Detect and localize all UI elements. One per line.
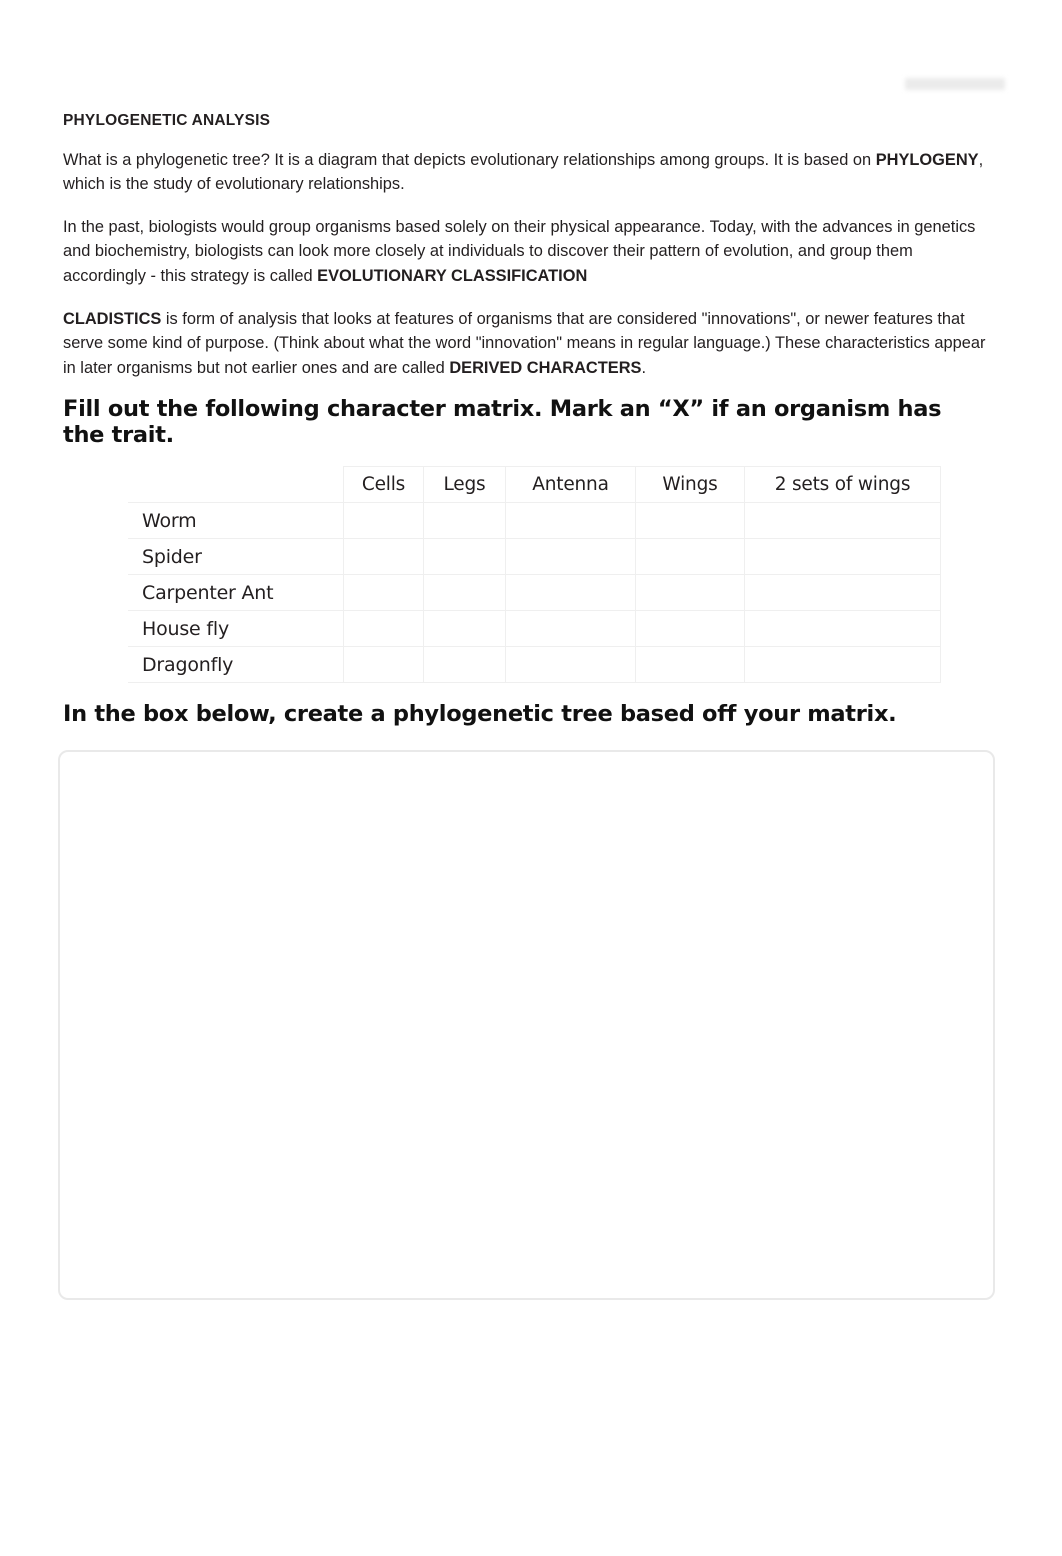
- emphasized-term: PHYLOGENY: [875, 150, 979, 169]
- matrix-cell-carpenter-ant-wings[interactable]: [635, 574, 745, 611]
- matrix-corner-cell: [128, 466, 344, 503]
- matrix-cell-spider-cells[interactable]: [343, 538, 424, 575]
- matrix-cell-worm-2-sets-of-wings[interactable]: [744, 502, 941, 539]
- matrix-cell-spider-antenna[interactable]: [505, 538, 636, 575]
- phylogenetic-tree-answer-box[interactable]: [58, 750, 995, 1300]
- emphasized-term: DERIVED CHARACTERS: [449, 358, 642, 377]
- page-title: PHYLOGENETIC ANALYSIS: [63, 112, 271, 129]
- matrix-cell-worm-legs[interactable]: [423, 502, 506, 539]
- matrix-cell-house-fly-cells[interactable]: [343, 610, 424, 647]
- matrix-cell-house-fly-legs[interactable]: [423, 610, 506, 647]
- matrix-cell-spider-2-sets-of-wings[interactable]: [744, 538, 941, 575]
- matrix-header-row: Cells Legs Antenna Wings 2 sets of wings: [128, 466, 941, 503]
- document-body: PHYLOGENETIC ANALYSIS What is a phylogen…: [63, 112, 993, 380]
- matrix-cell-dragonfly-wings[interactable]: [635, 646, 745, 683]
- redacted-mark: [905, 78, 1005, 90]
- matrix-cell-house-fly-antenna[interactable]: [505, 610, 636, 647]
- section-heading-matrix: Fill out the following character matrix.…: [63, 396, 942, 448]
- table-row: Dragonfly: [128, 646, 941, 683]
- matrix-cell-spider-wings[interactable]: [635, 538, 745, 575]
- body-text-run: What is a phylogenetic tree? It is a dia…: [63, 150, 876, 169]
- matrix-column-header-antenna: Antenna: [505, 466, 636, 503]
- matrix-cell-dragonfly-legs[interactable]: [423, 646, 506, 683]
- table-row: House fly: [128, 610, 941, 647]
- matrix-cell-house-fly-2-sets-of-wings[interactable]: [744, 610, 941, 647]
- matrix-column-header-legs: Legs: [423, 466, 506, 503]
- matrix-cell-dragonfly-2-sets-of-wings[interactable]: [744, 646, 941, 683]
- matrix-column-header-wings: Wings: [635, 466, 745, 503]
- emphasized-term: CLADISTICS: [63, 309, 162, 328]
- matrix-row-header-carpenter-ant: Carpenter Ant: [128, 574, 344, 611]
- matrix-head: Cells Legs Antenna Wings 2 sets of wings: [128, 466, 941, 503]
- paragraph-evolutionary-classification: In the past, biologists would group orga…: [63, 215, 993, 289]
- matrix-row-header-house-fly: House fly: [128, 610, 344, 647]
- worksheet-page: PHYLOGENETIC ANALYSIS What is a phylogen…: [0, 0, 1062, 1556]
- matrix-cell-house-fly-wings[interactable]: [635, 610, 745, 647]
- matrix-cell-worm-wings[interactable]: [635, 502, 745, 539]
- section-heading-tree: In the box below, create a phylogenetic …: [63, 701, 897, 727]
- paragraph-intro: What is a phylogenetic tree? It is a dia…: [63, 148, 993, 197]
- matrix-row-header-spider: Spider: [128, 538, 344, 575]
- matrix-cell-dragonfly-cells[interactable]: [343, 646, 424, 683]
- matrix-cell-worm-antenna[interactable]: [505, 502, 636, 539]
- matrix-row-header-worm: Worm: [128, 502, 344, 539]
- character-matrix: Cells Legs Antenna Wings 2 sets of wings…: [128, 466, 941, 683]
- matrix-cell-carpenter-ant-2-sets-of-wings[interactable]: [744, 574, 941, 611]
- matrix-row-header-dragonfly: Dragonfly: [128, 646, 344, 683]
- table-row: Spider: [128, 538, 941, 575]
- emphasized-term: EVOLUTIONARY CLASSIFICATION: [317, 266, 588, 285]
- matrix-cell-carpenter-ant-antenna[interactable]: [505, 574, 636, 611]
- paragraph-cladistics: CLADISTICS is form of analysis that look…: [63, 307, 993, 381]
- matrix-cell-dragonfly-antenna[interactable]: [505, 646, 636, 683]
- matrix-cell-worm-cells[interactable]: [343, 502, 424, 539]
- matrix-cell-carpenter-ant-legs[interactable]: [423, 574, 506, 611]
- matrix-body: Worm Spider Carpenter Ant House fly Dragonfl…: [128, 502, 941, 683]
- matrix-cell-spider-legs[interactable]: [423, 538, 506, 575]
- table-row: Worm: [128, 502, 941, 539]
- matrix-cell-carpenter-ant-cells[interactable]: [343, 574, 424, 611]
- table-row: Carpenter Ant: [128, 574, 941, 611]
- matrix-column-header-2-sets-of-wings: 2 sets of wings: [744, 466, 941, 503]
- character-matrix-table: Cells Legs Antenna Wings 2 sets of wings…: [128, 466, 941, 683]
- body-text-run: .: [641, 358, 647, 377]
- matrix-column-header-cells: Cells: [343, 466, 424, 503]
